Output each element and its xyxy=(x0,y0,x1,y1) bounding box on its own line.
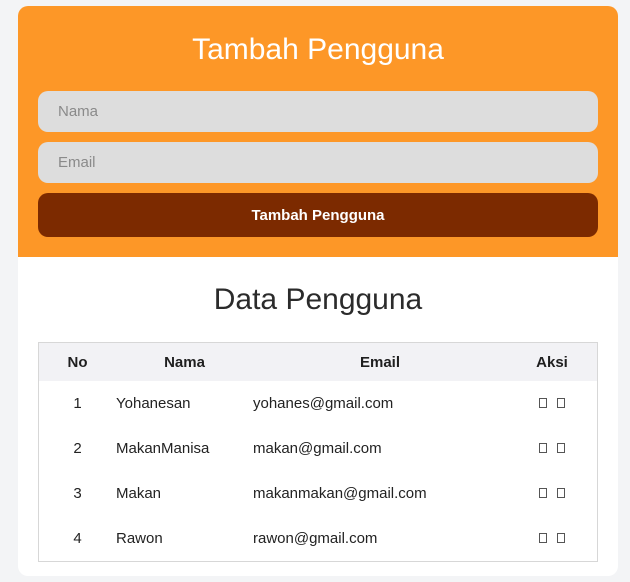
edit-icon[interactable] xyxy=(539,398,547,408)
table-row: 4 Rawon rawon@gmail.com xyxy=(39,516,597,561)
row-email: yohanes@gmail.com xyxy=(253,395,394,412)
row-no: 1 xyxy=(73,395,82,412)
header-actions: Aksi xyxy=(536,353,568,371)
header-name: Nama xyxy=(164,353,205,371)
row-email: rawon@gmail.com xyxy=(253,530,378,547)
user-table: No Nama Email Aksi 1 Yohanesan yohanes@g… xyxy=(38,342,598,562)
row-no: 2 xyxy=(73,440,82,457)
row-email: makan@gmail.com xyxy=(253,440,382,457)
name-input[interactable] xyxy=(38,91,598,132)
row-name: MakanManisa xyxy=(116,440,210,457)
header-no: No xyxy=(67,353,88,371)
table-row: 3 Makan makanmakan@gmail.com xyxy=(39,471,597,516)
row-no: 4 xyxy=(73,530,82,547)
add-user-panel: Tambah Pengguna Tambah Pengguna xyxy=(18,6,618,257)
delete-icon[interactable] xyxy=(557,488,565,498)
row-email: makanmakan@gmail.com xyxy=(253,485,427,502)
row-no: 3 xyxy=(73,485,82,502)
table-title: Data Pengguna xyxy=(213,283,423,316)
delete-icon[interactable] xyxy=(557,443,565,453)
row-name: Rawon xyxy=(116,530,163,547)
delete-icon[interactable] xyxy=(557,398,565,408)
edit-icon[interactable] xyxy=(539,443,547,453)
table-row: 2 MakanManisa makan@gmail.com xyxy=(39,426,597,471)
row-actions xyxy=(507,516,597,561)
delete-icon[interactable] xyxy=(557,533,565,543)
row-name: Yohanesan xyxy=(116,395,191,412)
row-actions xyxy=(507,381,597,426)
row-actions xyxy=(507,426,597,471)
add-user-button[interactable]: Tambah Pengguna xyxy=(38,193,598,237)
user-card: Tambah Pengguna Tambah Pengguna Data Pen… xyxy=(18,6,618,576)
form-title: Tambah Pengguna xyxy=(192,33,444,66)
email-input[interactable] xyxy=(38,142,598,183)
row-actions xyxy=(507,471,597,516)
row-name: Makan xyxy=(116,485,162,502)
edit-icon[interactable] xyxy=(539,533,547,543)
table-row: 1 Yohanesan yohanes@gmail.com xyxy=(39,381,597,426)
header-email: Email xyxy=(359,353,401,371)
table-header-row: No Nama Email Aksi xyxy=(39,343,597,381)
edit-icon[interactable] xyxy=(539,488,547,498)
